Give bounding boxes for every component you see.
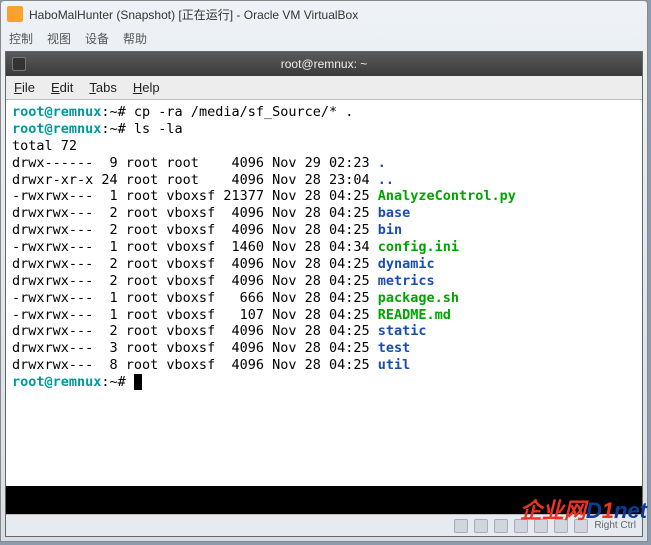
menu-edit[interactable]: Edit [51, 80, 73, 95]
outer-title: HaboMalHunter (Snapshot) [正在运行] - Oracle… [29, 6, 358, 23]
status-icon[interactable] [574, 519, 588, 533]
virtualbox-icon [7, 6, 23, 22]
terminal-window: root@remnux: ~ File Edit Tabs Help root@… [5, 51, 643, 537]
virtualbox-statusbar: Right Ctrl [6, 514, 642, 536]
outer-menu-item[interactable]: 视图 [47, 30, 71, 47]
inner-titlebar[interactable]: root@remnux: ~ [6, 52, 642, 76]
status-icon[interactable] [514, 519, 528, 533]
virtualbox-window: HaboMalHunter (Snapshot) [正在运行] - Oracle… [0, 0, 648, 542]
menu-file[interactable]: File [14, 80, 35, 95]
terminal-blank-area [6, 486, 642, 514]
outer-menu-item[interactable]: 设备 [85, 30, 109, 47]
status-icon[interactable] [554, 519, 568, 533]
status-icon[interactable] [454, 519, 468, 533]
terminal-icon [12, 57, 26, 71]
menu-help[interactable]: Help [133, 80, 160, 95]
status-icon[interactable] [534, 519, 548, 533]
outer-menu-item[interactable]: 帮助 [123, 30, 147, 47]
status-icon[interactable] [474, 519, 488, 533]
menu-tabs[interactable]: Tabs [89, 80, 116, 95]
inner-menubar: File Edit Tabs Help [6, 76, 642, 100]
status-icon[interactable] [494, 519, 508, 533]
outer-menu-item[interactable]: 控制 [9, 30, 33, 47]
inner-title: root@remnux: ~ [281, 57, 368, 71]
status-text: Right Ctrl [594, 520, 636, 531]
outer-titlebar[interactable]: HaboMalHunter (Snapshot) [正在运行] - Oracle… [1, 1, 647, 27]
terminal-output[interactable]: root@remnux:~# cp -ra /media/sf_Source/*… [6, 100, 642, 486]
outer-menubar: 控制 视图 设备 帮助 [1, 27, 647, 49]
